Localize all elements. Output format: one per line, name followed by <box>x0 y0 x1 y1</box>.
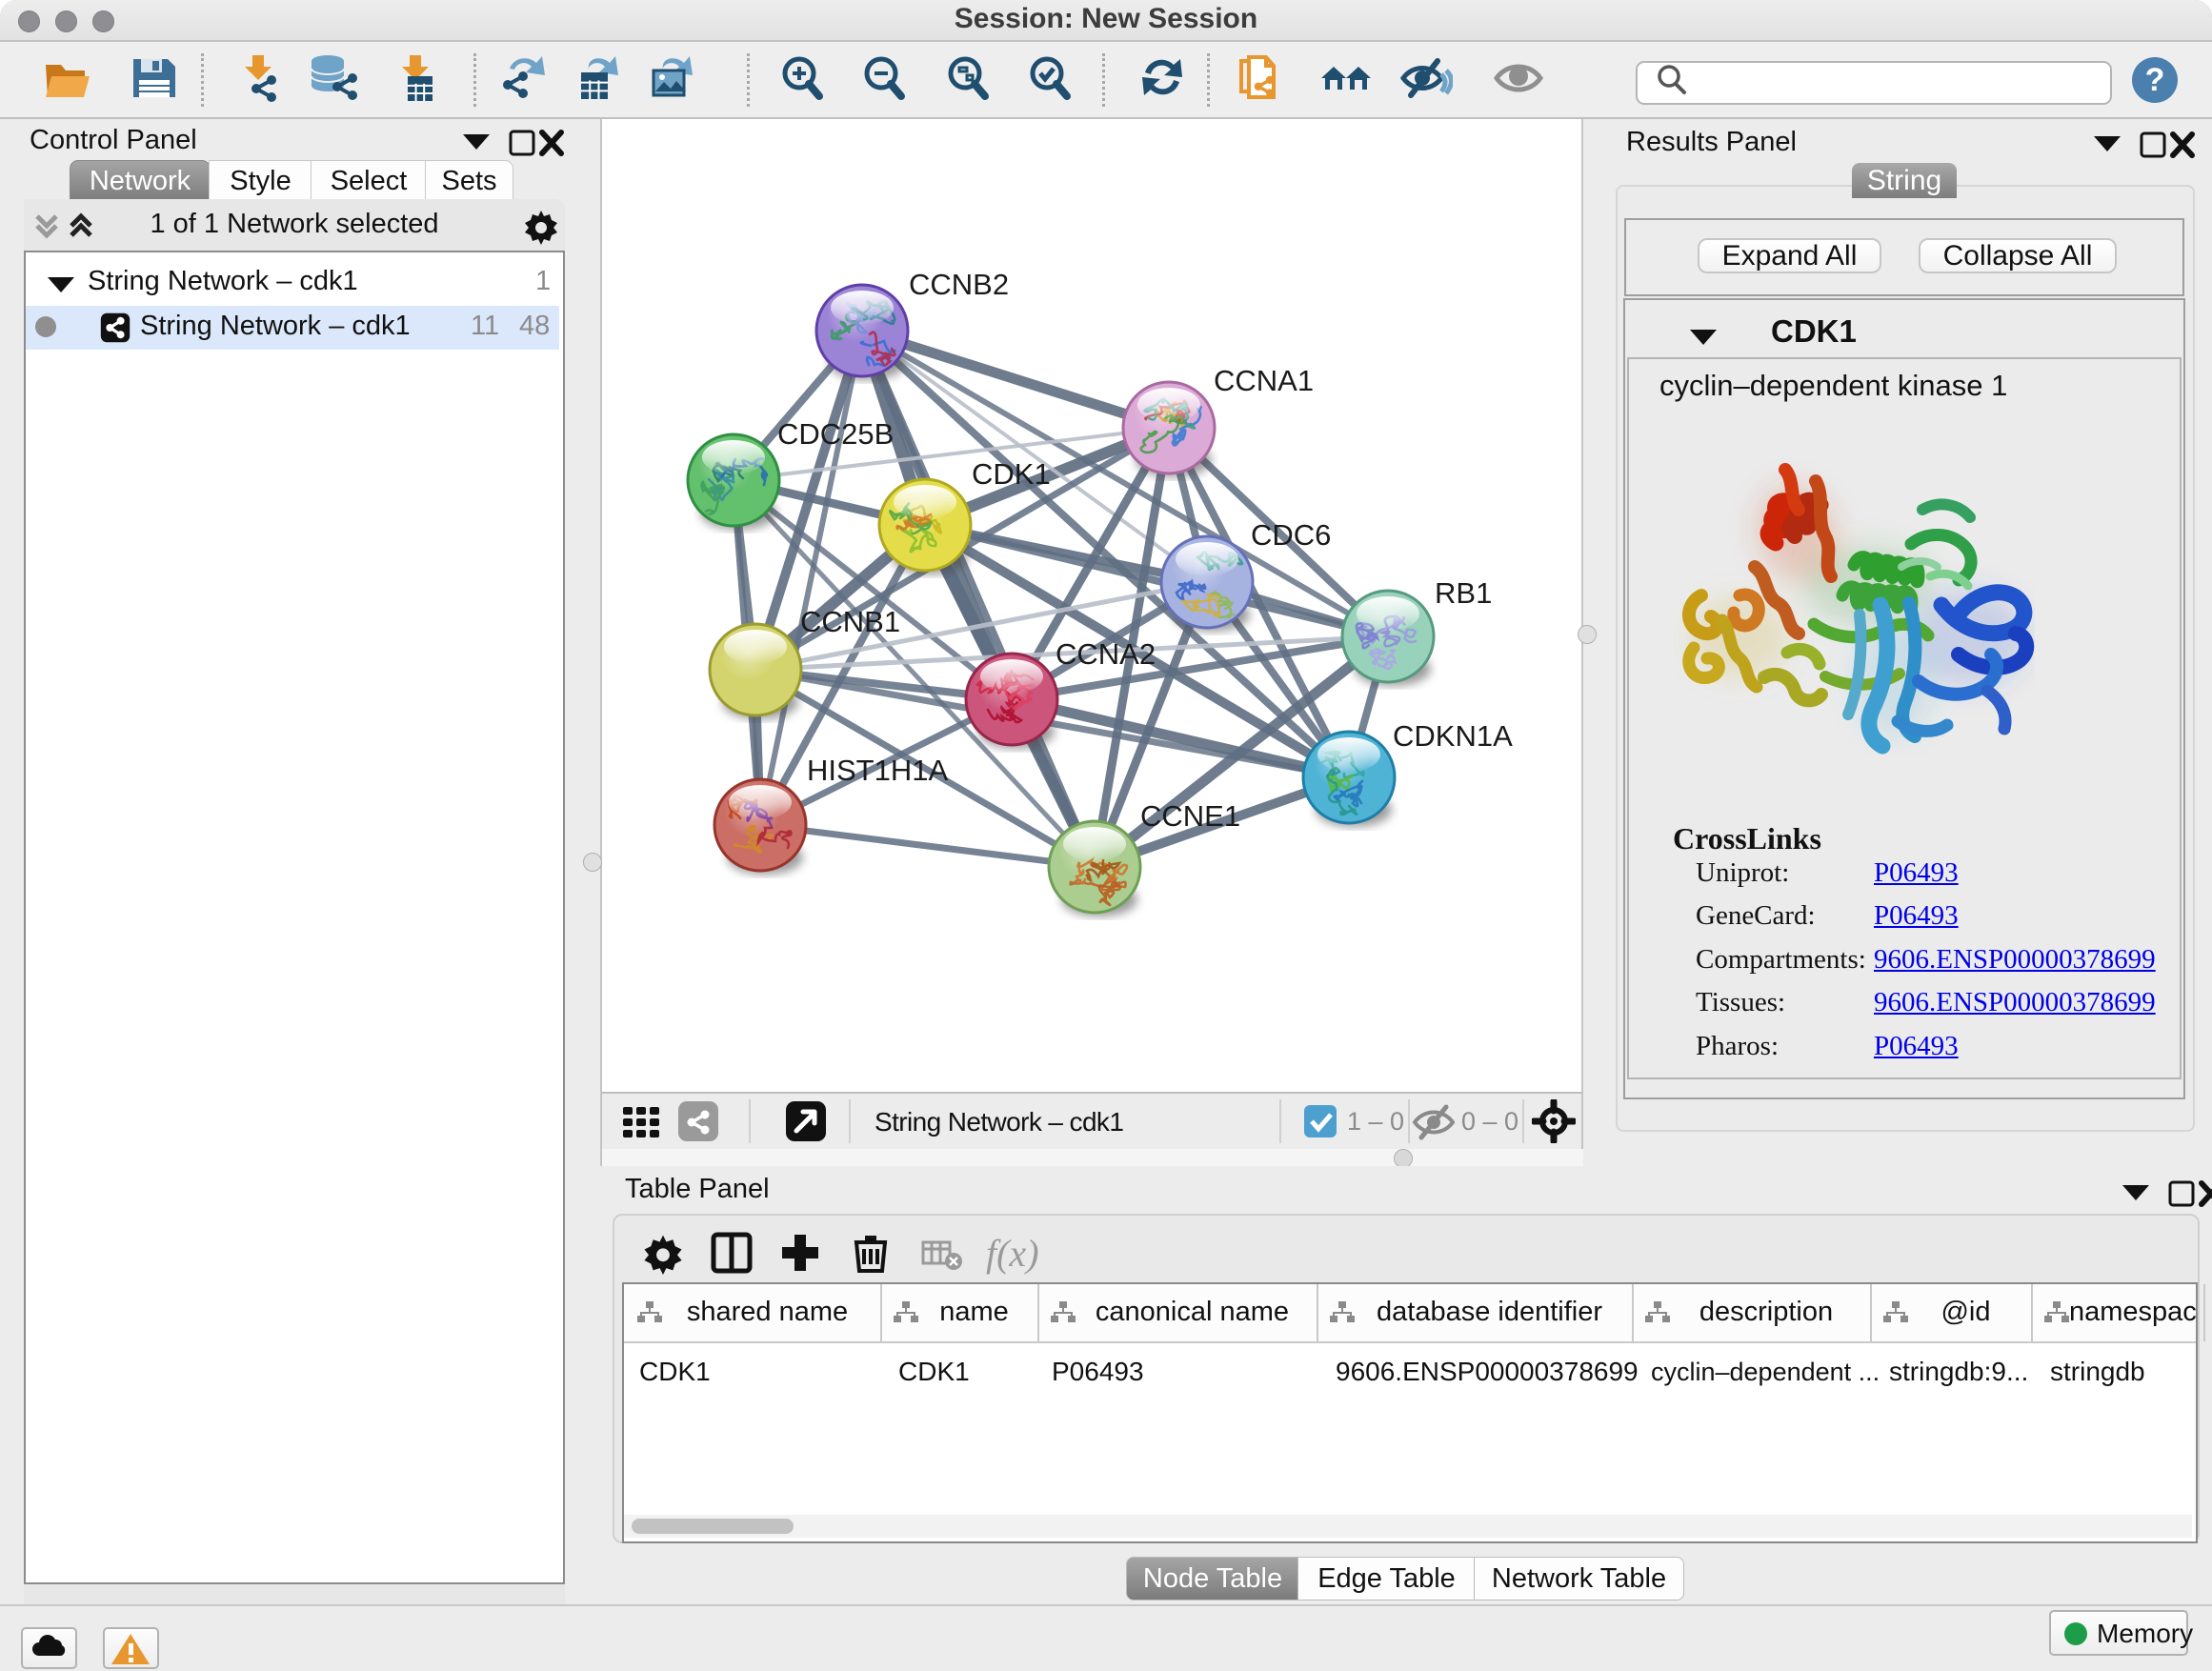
svg-text:RB1: RB1 <box>1435 576 1492 610</box>
svg-text:HIST1H1A: HIST1H1A <box>807 754 948 787</box>
svg-text:CDKN1A: CDKN1A <box>1393 719 1513 753</box>
svg-text:CCNA2: CCNA2 <box>1056 637 1156 671</box>
svg-text:CDC25B: CDC25B <box>777 417 894 451</box>
svg-text:CDC6: CDC6 <box>1251 518 1331 552</box>
svg-text:CCNB1: CCNB1 <box>800 605 900 638</box>
svg-text:CCNB2: CCNB2 <box>909 268 1009 301</box>
svg-text:?: ? <box>2145 62 2165 98</box>
svg-text:CDK1: CDK1 <box>972 457 1051 491</box>
svg-text:CCNA1: CCNA1 <box>1214 364 1314 397</box>
svg-text:CCNE1: CCNE1 <box>1140 799 1240 833</box>
